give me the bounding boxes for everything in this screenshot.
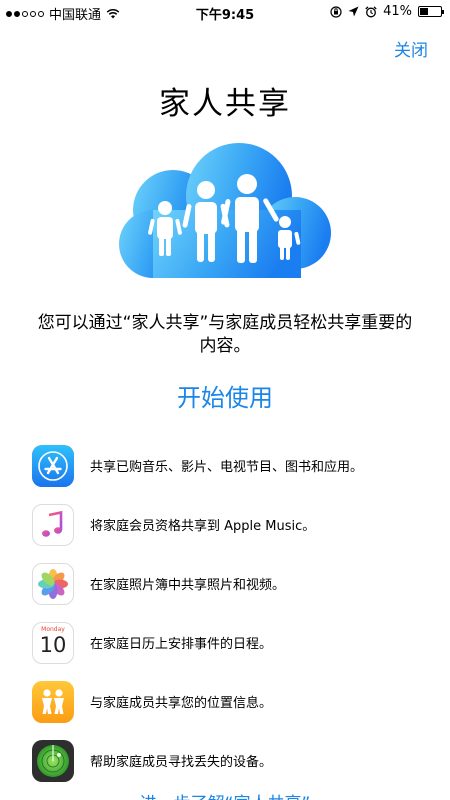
calendar-date: 10 xyxy=(39,632,67,657)
list-item: 将家庭会员资格共享到 Apple Music。 xyxy=(32,495,432,554)
calendar-icon: Monday 10 xyxy=(32,621,74,664)
alarm-icon xyxy=(365,5,377,17)
feature-text: 在家庭照片簿中共享照片和视频。 xyxy=(90,578,286,593)
status-right: 41% xyxy=(330,4,444,19)
learn-more-link[interactable]: 进一步了解“家人共享” xyxy=(0,789,450,800)
app-store-icon xyxy=(32,444,74,487)
calendar-day: Monday xyxy=(41,625,65,633)
find-my-friends-icon xyxy=(32,680,74,723)
location-icon xyxy=(348,6,359,17)
feature-text: 与家庭成员共享您的位置信息。 xyxy=(90,696,273,711)
list-item: 帮助家庭成员寻找丢失的设备。 xyxy=(32,731,432,790)
list-item: 在家庭照片簿中共享照片和视频。 xyxy=(32,554,432,613)
list-item: 共享已购音乐、影片、电视节目、图书和应用。 xyxy=(32,436,432,495)
lock-rotation-icon xyxy=(330,5,342,18)
feature-text: 共享已购音乐、影片、电视节目、图书和应用。 xyxy=(90,460,364,475)
description-text: 您可以通过“家人共享”与家庭成员轻松共享重要的内容。 xyxy=(37,313,413,356)
find-my-iphone-icon xyxy=(32,739,74,782)
feature-text: 将家庭会员资格共享到 Apple Music。 xyxy=(90,519,316,534)
status-bar: 中国联通 下午9:45 41% xyxy=(0,0,450,24)
list-item: 与家庭成员共享您的位置信息。 xyxy=(32,672,432,731)
battery-icon xyxy=(418,6,444,17)
feature-text: 帮助家庭成员寻找丢失的设备。 xyxy=(90,755,273,770)
apple-music-icon xyxy=(32,503,74,546)
battery-percent: 41% xyxy=(383,4,412,19)
feature-text: 在家庭日历上安排事件的日程。 xyxy=(90,637,273,652)
family-cloud-illustration xyxy=(119,143,331,278)
get-started-button[interactable]: 开始使用 xyxy=(0,378,450,413)
list-item: Monday 10 在家庭日历上安排事件的日程。 xyxy=(32,613,432,672)
battery-level xyxy=(420,8,429,15)
page-title: 家人共享 xyxy=(159,86,291,122)
close-button[interactable]: 关闭 xyxy=(394,36,428,61)
feature-list: 共享已购音乐、影片、电视节目、图书和应用。 将家庭会员资格共享到 Apple M… xyxy=(32,436,432,790)
photos-icon xyxy=(32,562,74,605)
